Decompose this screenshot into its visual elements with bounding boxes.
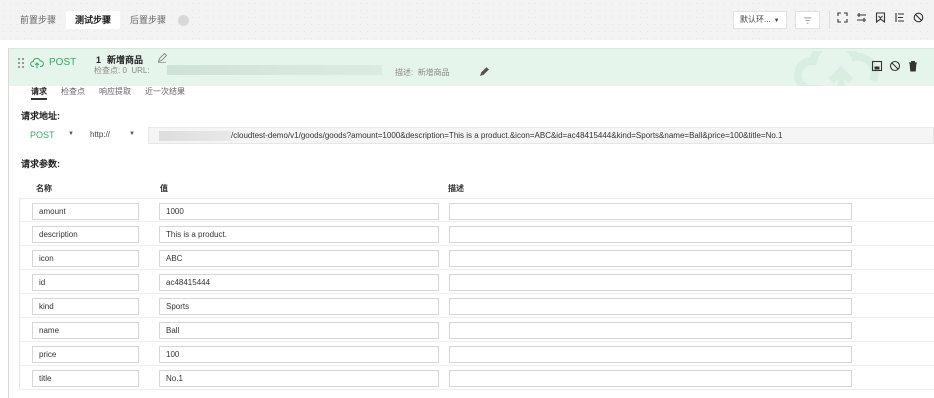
list-icon[interactable] <box>893 12 905 26</box>
param-name-input[interactable]: kind <box>32 298 139 315</box>
collapse-icon[interactable] <box>855 12 867 26</box>
url-path-text: /cloudtest-demo/v1/goods/goods?amount=10… <box>231 131 783 140</box>
param-value-input[interactable]: ac48415444 <box>159 274 439 291</box>
step-actions <box>871 60 925 72</box>
info-icon[interactable] <box>178 14 190 26</box>
step-detail-tabs: 请求 检查点 响应提取 近一次结果 <box>31 86 199 100</box>
checkpoint-count: 检查点: 0 <box>94 66 127 75</box>
disable-step-icon[interactable] <box>889 60 901 72</box>
delete-icon[interactable] <box>907 60 919 72</box>
top-toolbar: 前置步骤 测试步骤 后置步骤 默认环... ▼ <box>0 0 934 40</box>
step-phase-tabs: 前置步骤 测试步骤 后置步骤 <box>20 11 190 29</box>
protocol-chevron-down-icon[interactable]: ▼ <box>129 131 135 137</box>
description-value: 新增商品 <box>417 68 450 77</box>
url-label: URL: <box>131 66 150 75</box>
table-row: id ac48415444 <box>19 270 934 294</box>
drag-handle-icon[interactable] <box>18 58 24 70</box>
param-description-input[interactable] <box>449 346 852 363</box>
column-header-name: 名称 <box>36 184 52 193</box>
param-name-input[interactable]: title <box>32 370 139 387</box>
param-description-input[interactable] <box>449 370 852 387</box>
environment-select-value: 默认环... <box>740 15 771 24</box>
pencil-icon[interactable] <box>479 67 489 77</box>
table-row: name Ball <box>19 318 934 342</box>
filter-button[interactable] <box>795 11 820 29</box>
table-row: description This is a product. <box>19 222 934 246</box>
param-value-input[interactable]: No.1 <box>159 370 439 387</box>
param-description-input[interactable] <box>449 274 852 291</box>
request-address-label: 请求地址: <box>21 111 60 121</box>
tab-post-steps[interactable]: 后置步骤 <box>130 11 166 29</box>
table-row: title No.1 <box>19 366 934 390</box>
tab-response-extract[interactable]: 响应提取 <box>99 86 131 100</box>
tab-last-result[interactable]: 近一次结果 <box>145 86 185 100</box>
param-description-input[interactable] <box>449 226 852 243</box>
filter-icon <box>803 17 812 24</box>
tab-test-steps[interactable]: 测试步骤 <box>66 11 121 29</box>
table-row: amount 1000 <box>19 198 934 222</box>
step-left-border <box>8 48 9 398</box>
url-redacted-area <box>167 65 382 75</box>
param-value-input[interactable]: This is a product. <box>159 226 439 243</box>
toolbar-divider <box>829 11 830 29</box>
param-name-input[interactable]: description <box>32 226 139 243</box>
cloud-upload-icon <box>30 57 44 69</box>
protocol-select[interactable]: http:// <box>90 130 110 139</box>
edit-icon[interactable] <box>157 53 167 63</box>
param-name-input[interactable]: amount <box>32 203 139 220</box>
step-number: 1 <box>96 55 102 65</box>
method-chevron-down-icon[interactable]: ▼ <box>68 131 74 137</box>
param-value-input[interactable]: Ball <box>159 322 439 339</box>
tab-checkpoints[interactable]: 检查点 <box>61 86 85 100</box>
param-description-input[interactable] <box>449 250 852 267</box>
disable-icon[interactable] <box>912 12 924 26</box>
param-value-input[interactable]: 100 <box>159 346 439 363</box>
param-value-input[interactable]: Sports <box>159 298 439 315</box>
description-label: 描述: <box>395 68 414 77</box>
chevron-down-icon: ▼ <box>773 18 780 24</box>
param-value-input[interactable]: ABC <box>159 250 439 267</box>
step-description: 描述: 新增商品 <box>395 67 450 78</box>
param-name-input[interactable]: icon <box>32 250 139 267</box>
param-description-input[interactable] <box>449 203 852 220</box>
param-description-input[interactable] <box>449 322 852 339</box>
environment-select[interactable]: 默认环... ▼ <box>733 11 787 29</box>
expand-icon[interactable] <box>836 12 848 26</box>
request-params-label: 请求参数: <box>21 159 60 169</box>
step-meta: 检查点: 0 URL: <box>94 65 150 76</box>
param-name-input[interactable]: name <box>32 322 139 339</box>
url-input[interactable]: /cloudtest-demo/v1/goods/goods?amount=10… <box>148 127 934 144</box>
table-row: kind Sports <box>19 294 934 318</box>
params-table: amount 1000 description This is a produc… <box>19 198 934 390</box>
param-description-input[interactable] <box>449 298 852 315</box>
save-icon[interactable] <box>871 60 883 72</box>
toolbar-icon-group <box>836 12 931 26</box>
param-name-input[interactable]: id <box>32 274 139 291</box>
step-method-label: POST <box>49 57 77 68</box>
column-header-value: 值 <box>160 184 168 193</box>
param-value-input[interactable]: 1000 <box>159 203 439 220</box>
tab-request[interactable]: 请求 <box>31 86 47 100</box>
table-row: price 100 <box>19 342 934 366</box>
step-header[interactable]: POST 1 新增商品 检查点: 0 URL: 描述: 新增商品 <box>9 48 934 86</box>
column-header-description: 描述 <box>448 184 464 193</box>
url-host-redacted <box>159 131 231 141</box>
param-name-input[interactable]: price <box>32 346 139 363</box>
bookmark-icon[interactable] <box>874 12 886 26</box>
step-name: 新增商品 <box>107 55 144 65</box>
method-select[interactable]: POST <box>30 130 55 140</box>
table-row: icon ABC <box>19 246 934 270</box>
tab-pre-steps[interactable]: 前置步骤 <box>20 11 56 29</box>
